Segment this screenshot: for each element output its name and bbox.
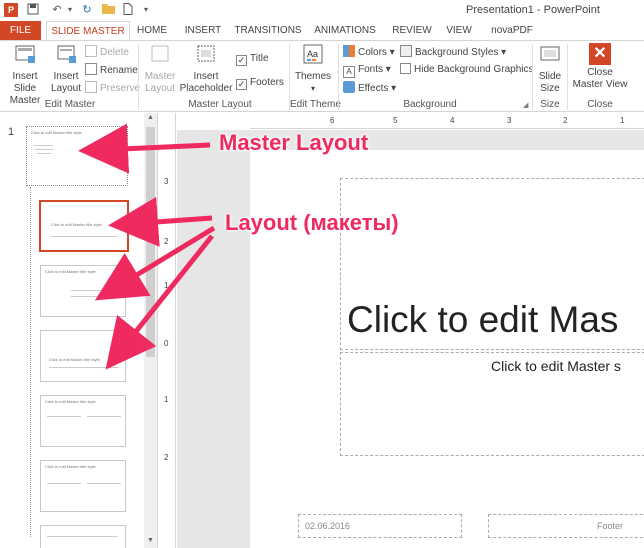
- arrow-to-master: [78, 123, 211, 174]
- arrow-to-layout-3: [105, 234, 214, 370]
- annotation-master-layout: Master Layout: [219, 130, 369, 155]
- arrow-to-layout-2: [94, 225, 216, 301]
- annotation-arrows: [78, 123, 216, 370]
- annotation-layouts: Layout (макеты): [225, 210, 399, 235]
- arrow-to-layout-1: [108, 196, 213, 247]
